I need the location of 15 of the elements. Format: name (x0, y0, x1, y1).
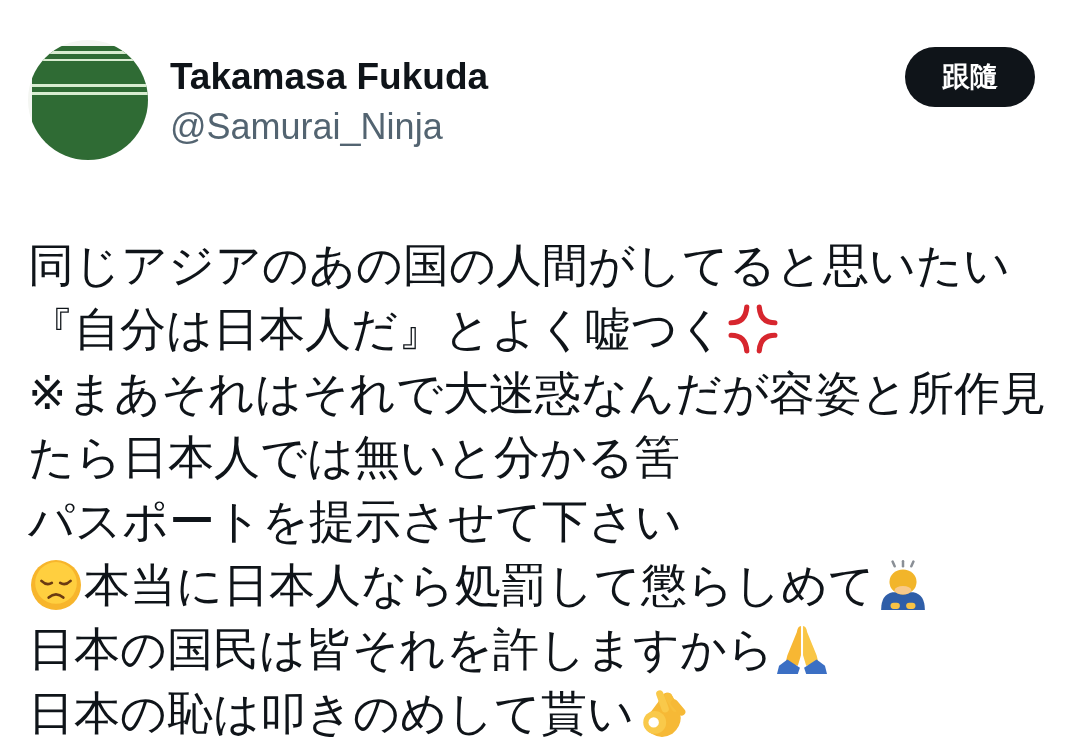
tweet-text-line: パスポートを提示させて下さい (28, 493, 682, 550)
tweet-text-line: ※まあそれはそれで大迷惑なんだが容姿と所作見 (28, 365, 1046, 422)
sad-face-icon (31, 560, 81, 610)
tweet-text-line: たら日本人では無いと分かる筈 (28, 429, 680, 486)
author-handle[interactable]: @Samurai_Ninja (170, 104, 443, 150)
tweet-text-line: 日本の国民は皆それを許しますから (28, 621, 774, 678)
tweet-text-line: 『自分は日本人だ』とよく嘘つく (28, 301, 725, 358)
tweet-text-line: 本当に日本人なら処罰して懲らしめて (84, 557, 875, 614)
follow-button[interactable]: 跟隨 (905, 47, 1035, 107)
tweet-text-line: 同じアジアのあの国の人間がしてると思いたい (28, 237, 1010, 294)
anger-symbol-icon (728, 304, 778, 354)
author-name[interactable]: Takamasa Fukuda (170, 54, 489, 100)
bowing-person-icon (878, 560, 928, 610)
praying-hands-icon (777, 624, 827, 674)
tweet-text-line: 日本の恥は叩きのめして貰い (28, 685, 634, 742)
